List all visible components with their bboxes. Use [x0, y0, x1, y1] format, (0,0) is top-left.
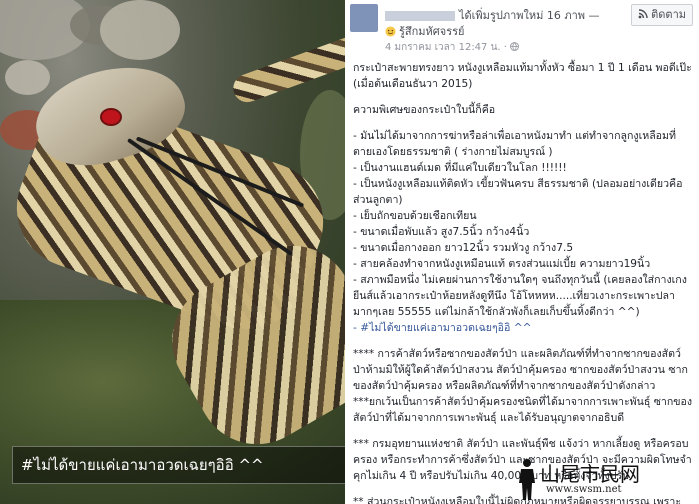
- post-paragraph: ความพิเศษของกระเป๋าใบนี้ก็คือ: [353, 104, 496, 116]
- pebble: [100, 0, 180, 60]
- post-paragraph: - ขนาดเมื่อกางออก ยาว12นิ้ว รวมหัวงู กว้…: [353, 242, 574, 254]
- pebble: [5, 60, 50, 95]
- watermark-site-name: 山尾市民网: [540, 462, 640, 486]
- post-header: ได้เพิ่มรูปภาพใหม่ 16 ภาพ — ติดตาม รู้สึ…: [345, 0, 699, 56]
- post-paragraph: - สายคล้องทำจากหนังงูเหมือนแท้ ตรงส่วนแม…: [353, 258, 651, 270]
- post-hashtag[interactable]: - #ไม่ได้ขายแค่เอามาอวดเฉยๆอิอิ ^^: [353, 320, 693, 336]
- follow-button[interactable]: ติดตาม: [631, 4, 693, 26]
- post-paragraph: - ขนาดเมื่อพับแล้ว สูง7.5นิ้ว กว้าง4นิ้ว: [353, 226, 530, 238]
- post-paragraph: **** การค้าสัตว์หรือซากของสัตว์ป่า และผล…: [353, 348, 688, 392]
- post-paragraph: กระเป๋าสะพายทรงยาว หนังงูเหลือมแท้มาทั้ง…: [353, 62, 692, 90]
- post-paragraph: ***ยกเว้นเป็นการค้าสัตว์ป่าคุ้มครองชนิดท…: [353, 396, 693, 424]
- snake-bag-photo[interactable]: #ไม่ได้ขายแค่เอามาอวดเฉยๆอิอิ ^^: [0, 0, 345, 504]
- post-paragraph: - เย็บถักขอบด้วยเชือกเทียน: [353, 210, 477, 222]
- figure-silhouette-icon: [519, 459, 535, 500]
- site-watermark: 山尾市民网 www.swsm.net: [516, 456, 691, 500]
- smiley-icon: [385, 26, 396, 37]
- follow-label: ติดตาม: [651, 8, 686, 21]
- feeling-line: รู้สึกมหัศจรรย์: [385, 22, 464, 40]
- facebook-post: ได้เพิ่มรูปภาพใหม่ 16 ภาพ — ติดตาม รู้สึ…: [345, 0, 699, 504]
- watermark-url: www.swsm.net: [546, 484, 622, 495]
- snake-eye: [100, 108, 122, 126]
- feeling-text: รู้สึกมหัศจรรย์: [399, 25, 465, 38]
- post-paragraph: - สภาพมือหนึ่ง ไม่เคยผ่านการใช้งานใดๆ จน…: [353, 274, 687, 318]
- post-paragraph: - เป็นงานแฮนด์เมด ที่มีแค่ใบเดียวในโลก !…: [353, 162, 567, 174]
- rss-icon: [638, 9, 648, 19]
- photo-caption: #ไม่ได้ขายแค่เอามาอวดเฉยๆอิอิ ^^: [12, 446, 345, 484]
- post-body: กระเป๋าสะพายทรงยาว หนังงูเหลือมแท้มาทั้ง…: [353, 60, 693, 504]
- avatar[interactable]: [350, 4, 378, 32]
- timestamp-text: 4 มกราคม เวลา 12:47 น. ·: [385, 42, 507, 53]
- post-paragraph: - เป็นหนังงูเหลือมแท้ติดหัว เขี้ยวฟันครบ…: [353, 178, 683, 206]
- author-name-redacted[interactable]: [385, 11, 455, 21]
- globe-icon: [510, 42, 520, 51]
- post-paragraph: - มันไม่ได้มาจากการฆ่าหรือล่าเพื่อเอาหนั…: [353, 130, 677, 158]
- post-timestamp[interactable]: 4 มกราคม เวลา 12:47 น. ·: [385, 40, 520, 55]
- author-action: ได้เพิ่มรูปภาพใหม่ 16 ภาพ —: [459, 9, 600, 22]
